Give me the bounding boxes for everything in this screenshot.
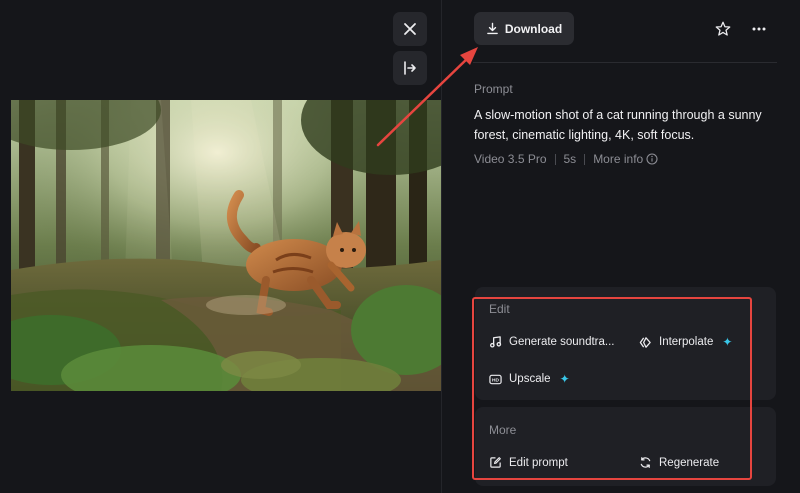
- annotation-arrow: [376, 47, 478, 147]
